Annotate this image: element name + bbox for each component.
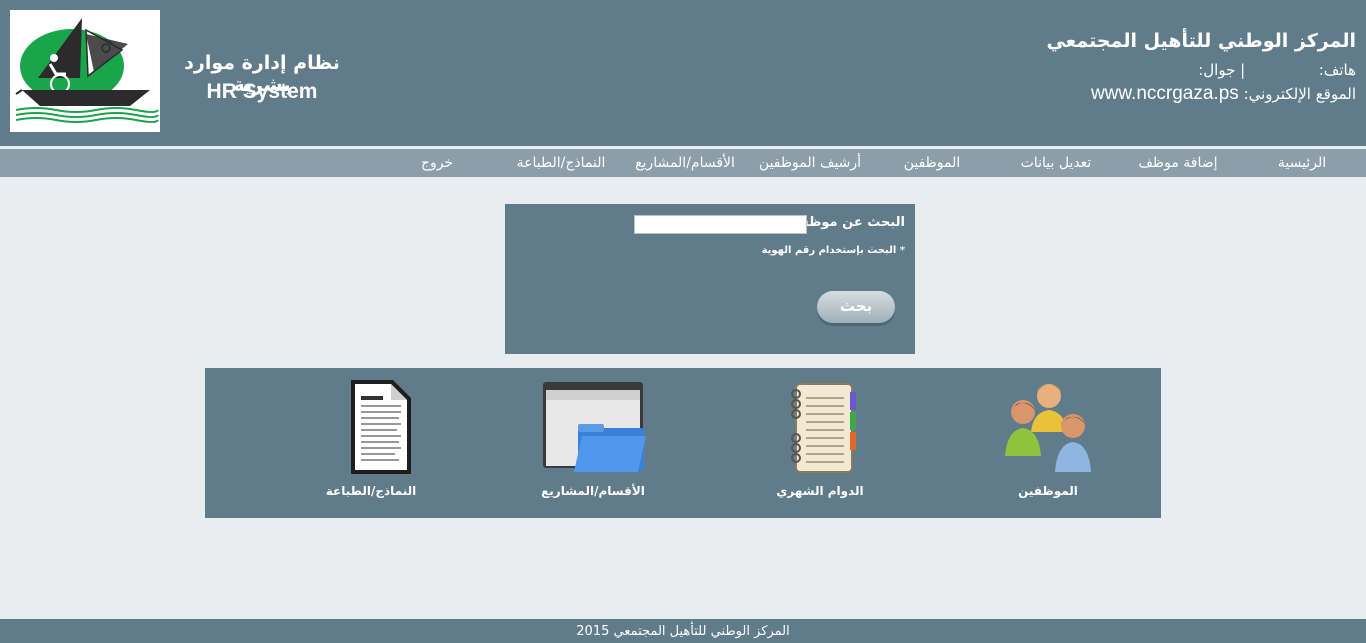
phone-label: هاتف: bbox=[1318, 61, 1356, 79]
nav-item-employees[interactable]: الموظفين bbox=[904, 149, 961, 178]
organization-info: المركز الوطني للتأهيل المجتمعي هاتف: | ج… bbox=[936, 28, 1356, 106]
nav-item-logout[interactable]: خروج bbox=[421, 149, 453, 178]
system-subtitle: HR System bbox=[206, 80, 318, 103]
nav-item-home[interactable]: الرئيسية bbox=[1278, 149, 1326, 178]
search-input[interactable] bbox=[634, 215, 807, 234]
shortcut-departments-projects-label: الأقسام/المشاريع bbox=[541, 484, 645, 498]
employee-search-panel: البحث عن موظف: * البحث بإستخدام رقم الهو… bbox=[505, 204, 915, 354]
shortcut-employees[interactable]: الموظفين bbox=[978, 378, 1118, 510]
website-link[interactable]: www.nccrgaza.ps bbox=[1091, 83, 1239, 104]
folder-window-icon bbox=[543, 382, 646, 472]
main-nav: الرئيسية إضافة موظف تعديل بيانات الموظفي… bbox=[0, 148, 1366, 177]
logo bbox=[10, 10, 160, 132]
shortcut-monthly-attendance[interactable]: الدوام الشهري bbox=[750, 378, 890, 510]
nav-item-edit-data[interactable]: تعديل بيانات bbox=[1021, 149, 1092, 178]
shortcuts-panel: الموظفين الدوام الشهري الأقسام/المشاريع … bbox=[205, 368, 1161, 518]
website-label: الموقع الإلكتروني: bbox=[1243, 85, 1356, 103]
nav-item-forms-printing[interactable]: النماذج/الطباعة bbox=[517, 149, 606, 178]
shortcut-forms-printing[interactable]: النماذج/الطباعة bbox=[301, 378, 441, 510]
shortcut-forms-printing-label: النماذج/الطباعة bbox=[325, 484, 417, 498]
contact-phone-line: هاتف: | جوال: bbox=[936, 58, 1356, 82]
mobile-label: | جوال: bbox=[1198, 61, 1246, 79]
shortcut-employees-label: الموظفين bbox=[1018, 484, 1078, 498]
footer: المركز الوطني للتأهيل المجتمعي 2015 bbox=[0, 619, 1366, 643]
organization-name: المركز الوطني للتأهيل المجتمعي bbox=[1046, 30, 1356, 52]
employees-icon bbox=[1005, 384, 1091, 472]
search-hint: * البحث بإستخدام رقم الهوية bbox=[761, 245, 905, 256]
shortcut-departments-projects[interactable]: الأقسام/المشاريع bbox=[523, 378, 663, 510]
notebook-icon bbox=[791, 383, 856, 473]
nav-item-employee-archive[interactable]: أرشيف الموظفين bbox=[759, 149, 861, 178]
nav-item-departments-projects[interactable]: الأقسام/المشاريع bbox=[635, 149, 735, 178]
website-line: الموقع الإلكتروني: www.nccrgaza.ps bbox=[936, 82, 1356, 106]
header: نظام إدارة موارد بشرية HR System المركز … bbox=[0, 0, 1366, 146]
shortcut-monthly-attendance-label: الدوام الشهري bbox=[776, 484, 864, 498]
document-icon bbox=[351, 380, 411, 474]
nav-item-add-employee[interactable]: إضافة موظف bbox=[1138, 149, 1217, 178]
search-button[interactable]: بحث bbox=[817, 291, 895, 323]
